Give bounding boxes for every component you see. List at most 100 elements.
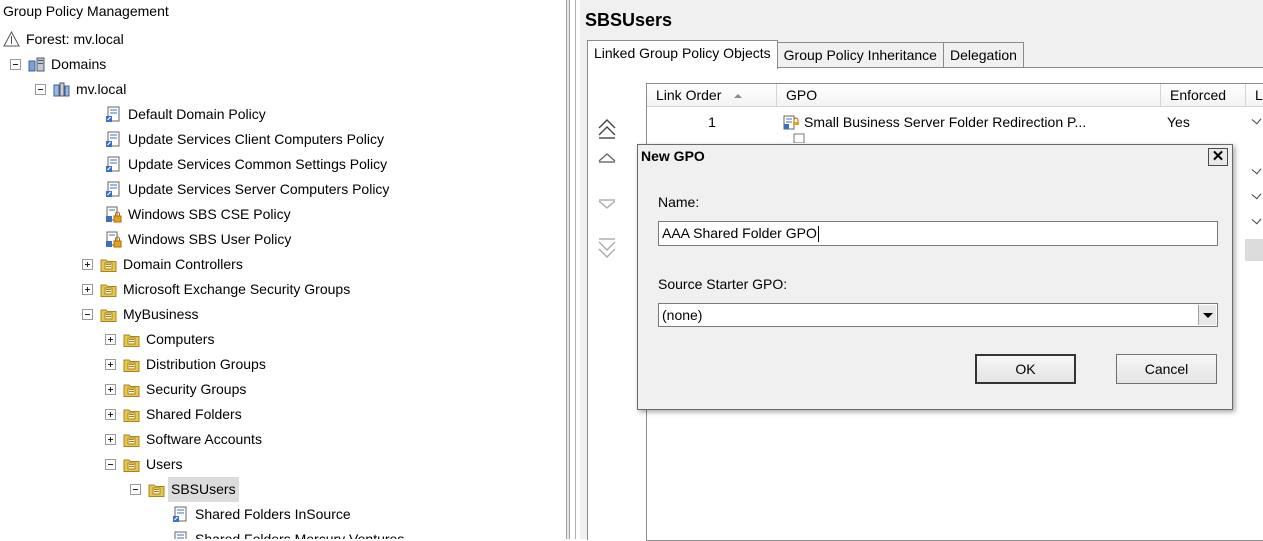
gpo-link-icon [172, 531, 189, 539]
tree-item[interactable]: Update Services Client Computers Policy [105, 127, 384, 152]
tree-item[interactable]: Default Domain Policy [105, 102, 266, 127]
tree-item[interactable]: Domains [10, 52, 106, 77]
details-tabs: Linked Group Policy Objects Group Policy… [587, 40, 1024, 69]
ou-icon [123, 381, 140, 398]
tree-item[interactable]: Security Groups [105, 377, 246, 402]
text-cursor [817, 226, 819, 243]
ou-icon [123, 356, 140, 373]
row-link-order: 1 [708, 114, 716, 130]
expand-icon[interactable] [82, 284, 93, 295]
selected-row-edge [1245, 239, 1263, 261]
tab-delegation[interactable]: Delegation [942, 42, 1024, 68]
ou-icon [100, 306, 117, 323]
sort-ascending-icon [734, 94, 743, 99]
column-link-order[interactable]: Link Order [647, 84, 777, 106]
page-title: SBSUsers [585, 10, 673, 30]
expand-icon[interactable] [105, 409, 116, 420]
source-starter-value: (none) [662, 307, 703, 323]
pane-splitter[interactable] [566, 0, 570, 539]
gpo-link-icon [105, 181, 122, 198]
source-starter-select[interactable]: (none) [658, 303, 1218, 327]
tree-item[interactable]: Shared Folders [105, 402, 242, 427]
move-to-top-icon[interactable] [598, 119, 616, 139]
pane-splitter-edge [575, 0, 576, 539]
table-row[interactable]: 1 Small Business Server Folder Redirecti… [647, 111, 1263, 133]
tree-item-label: Security Groups [146, 381, 247, 397]
tab-linked-gpos[interactable]: Linked Group Policy Objects [587, 40, 778, 69]
close-icon: ✕ [1211, 148, 1225, 165]
expand-icon[interactable] [105, 384, 116, 395]
ou-icon [123, 406, 140, 423]
tree-item-label: Distribution Groups [146, 356, 266, 372]
chevron-down-icon[interactable] [1198, 305, 1216, 325]
expand-icon[interactable] [105, 359, 116, 370]
ou-icon [148, 481, 165, 498]
gpm-tree: Group Policy Management Forest: mv.local… [0, 0, 566, 539]
tree-item[interactable]: Forest: mv.local [3, 27, 124, 52]
tree-item-label: Microsoft Exchange Security Groups [123, 281, 351, 297]
tree-item-label: Users [146, 456, 183, 472]
tree-item-label: MyBusiness [123, 306, 199, 322]
row-gpo-name: Small Business Server Folder Redirection… [804, 114, 1087, 130]
tree-root-label[interactable]: Group Policy Management [3, 3, 169, 20]
move-down-icon[interactable] [598, 199, 616, 209]
ou-icon [123, 456, 140, 473]
ok-button[interactable]: OK [975, 354, 1076, 384]
check-icon [1251, 189, 1262, 200]
gpo-name-input[interactable]: AAA Shared Folder GPO [658, 221, 1218, 246]
collapse-icon[interactable] [82, 309, 93, 320]
tree-item[interactable]: MyBusiness [82, 302, 198, 327]
tree-item-label: Computers [146, 331, 215, 347]
tab-gp-inheritance[interactable]: Group Policy Inheritance [776, 42, 944, 68]
tree-item-label: Forest: mv.local [26, 31, 124, 47]
tree-item[interactable]: Windows SBS User Policy [105, 227, 291, 252]
collapse-icon[interactable] [105, 459, 116, 470]
row-enforced: Yes [1167, 114, 1190, 130]
tree-item[interactable]: Shared Folders InSource [172, 502, 351, 527]
tree-item[interactable]: SBSUsers [130, 477, 239, 502]
expand-icon[interactable] [105, 434, 116, 445]
tree-item-label: Update Services Client Computers Policy [128, 131, 384, 147]
tree-item[interactable]: Domain Controllers [82, 252, 243, 277]
domain-icon [53, 81, 70, 98]
tree-item[interactable]: Windows SBS CSE Policy [105, 202, 291, 227]
tree-item[interactable]: Microsoft Exchange Security Groups [82, 277, 350, 302]
tree-item-label: SBSUsers [168, 477, 239, 502]
tree-item-label: Software Accounts [146, 431, 262, 447]
collapse-icon[interactable] [130, 484, 141, 495]
tree-item[interactable]: Distribution Groups [105, 352, 266, 377]
column-enforced[interactable]: Enforced [1161, 84, 1246, 106]
tree-item-label: Update Services Common Settings Policy [128, 156, 388, 172]
gpo-link-icon [172, 506, 189, 523]
cancel-button[interactable]: Cancel [1116, 354, 1217, 384]
check-icon [1251, 164, 1262, 175]
collapse-icon[interactable] [10, 59, 21, 70]
list-header: Link Order GPO Enforced L [647, 84, 1263, 107]
tree-item[interactable]: Update Services Common Settings Policy [105, 152, 387, 177]
collapse-icon[interactable] [35, 84, 46, 95]
tree-item[interactable]: mv.local [35, 77, 126, 102]
gpo-enforced-icon [783, 115, 799, 130]
column-link-enabled[interactable]: L [1246, 84, 1263, 106]
column-gpo[interactable]: GPO [777, 84, 1161, 106]
tree-item[interactable]: Users [105, 452, 183, 477]
move-to-bottom-icon[interactable] [598, 238, 616, 258]
check-icon [1251, 114, 1262, 125]
dialog-title: New GPO [641, 148, 705, 164]
tree-item[interactable]: Software Accounts [105, 427, 262, 452]
ou-icon [123, 431, 140, 448]
tree-item[interactable]: Computers [105, 327, 214, 352]
expand-icon[interactable] [105, 334, 116, 345]
tree-item-label: Shared Folders [146, 406, 242, 422]
expand-icon[interactable] [82, 259, 93, 270]
gpo-link-icon [105, 156, 122, 173]
forest-icon [3, 30, 20, 48]
new-gpo-dialog: New GPO ✕ Name: AAA Shared Folder GPO So… [637, 144, 1233, 410]
tree-item-label: Windows SBS CSE Policy [128, 206, 291, 222]
tree-item[interactable]: Update Services Server Computers Policy [105, 177, 389, 202]
close-button[interactable]: ✕ [1208, 148, 1228, 166]
tree-item[interactable]: Shared Folders Mercury Ventures [172, 527, 404, 539]
gpo-link-icon [105, 106, 122, 123]
name-label: Name: [658, 194, 700, 210]
move-up-icon[interactable] [598, 153, 616, 163]
